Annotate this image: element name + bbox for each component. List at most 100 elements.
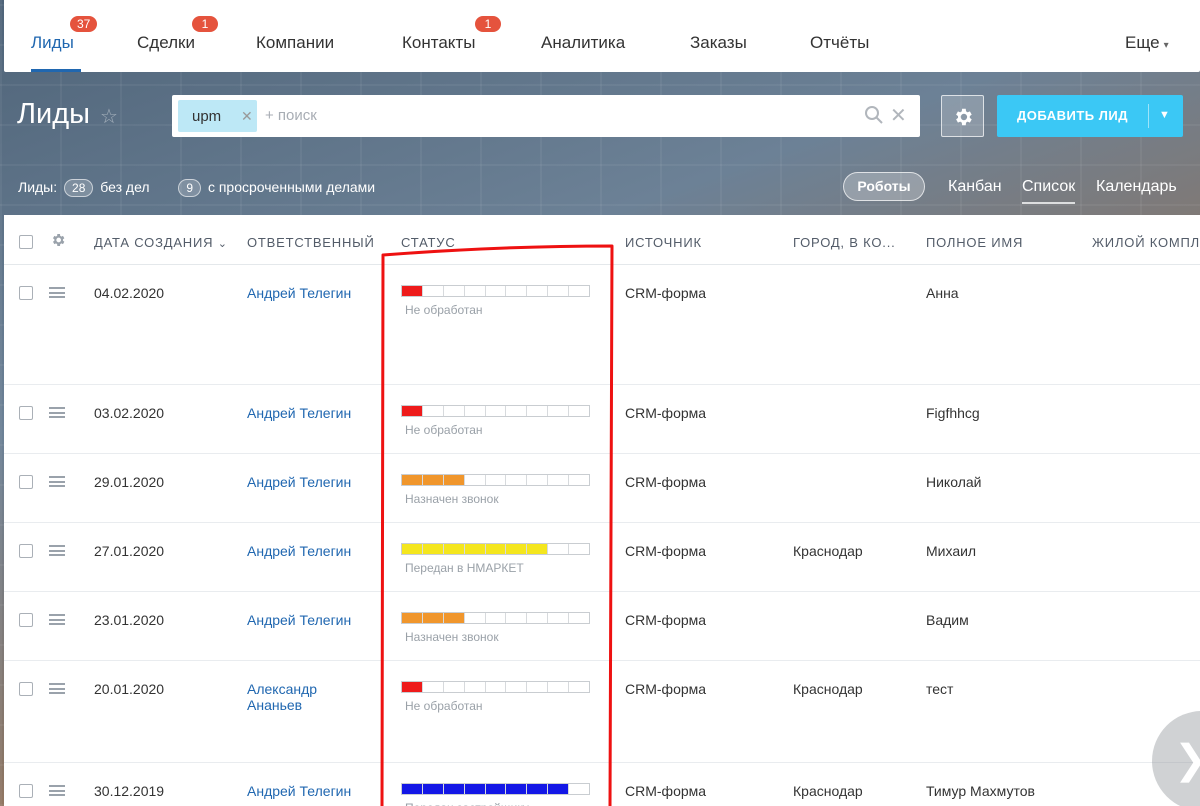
progress-segment (465, 475, 486, 485)
search-icon[interactable] (864, 105, 884, 130)
progress-segment (527, 544, 549, 554)
cell-source: CRM-форма (625, 681, 707, 697)
progress-segment (506, 286, 528, 296)
table-row[interactable]: 23.01.2020 Андрей Телегин Назначен звонок C… (4, 592, 1200, 661)
chevron-right-icon: ❯ (1174, 737, 1200, 783)
cell-responsible[interactable]: Андрей Телегин (247, 405, 367, 421)
progress-segment (443, 784, 465, 794)
progress-segment (402, 406, 423, 416)
overdue-count[interactable]: 9 (178, 179, 202, 197)
nav-item-deals[interactable]: Сделки (137, 33, 195, 53)
column-header-city[interactable]: ГОРОД, В КО... (793, 235, 896, 250)
star-icon[interactable]: ☆ (100, 104, 118, 129)
column-header-full-name[interactable]: ПОЛНОЕ ИМЯ (926, 235, 1023, 250)
settings-button[interactable] (941, 95, 984, 137)
status-progress-bar[interactable] (401, 285, 590, 297)
overdue-label[interactable]: с просроченными делами (208, 179, 375, 195)
status-progress-bar[interactable] (401, 474, 590, 486)
status-progress-bar[interactable] (401, 612, 590, 624)
row-checkbox[interactable] (19, 784, 33, 798)
progress-segment (506, 784, 528, 794)
status-progress-bar[interactable] (401, 783, 590, 795)
cell-source: CRM-форма (625, 474, 707, 490)
row-menu-icon[interactable] (49, 683, 65, 694)
column-header-source[interactable]: ИСТОЧНИК (625, 235, 702, 250)
row-menu-icon[interactable] (49, 614, 65, 625)
cell-responsible[interactable]: Андрей Телегин (247, 543, 367, 559)
counters-prefix: Лиды: (18, 179, 58, 195)
cell-responsible[interactable]: Андрей Телегин (247, 783, 367, 799)
column-header-complex[interactable]: ЖИЛОЙ КОМПЛЕ (1092, 235, 1200, 250)
progress-segment (423, 286, 444, 296)
progress-segment (527, 406, 549, 416)
row-checkbox[interactable] (19, 613, 33, 627)
table-row[interactable]: 29.01.2020 Андрей Телегин Назначен звонок C… (4, 454, 1200, 523)
nav-item-leads[interactable]: Лиды (31, 33, 74, 53)
select-all-checkbox[interactable] (19, 235, 33, 249)
progress-segment (569, 406, 589, 416)
search-filter-bar[interactable]: upm ✕ + поиск ✕ (172, 95, 920, 137)
row-menu-icon[interactable] (49, 407, 65, 418)
clear-search-icon[interactable]: ✕ (890, 103, 907, 128)
column-header-status[interactable]: СТАТУС (401, 235, 456, 250)
row-menu-icon[interactable] (49, 785, 65, 796)
view-tab-list[interactable]: Список (1022, 178, 1076, 204)
cell-full-name: Михаил (926, 543, 977, 559)
view-tab-kanban[interactable]: Канбан (948, 178, 1002, 196)
gear-icon (952, 106, 974, 133)
status-progress-bar[interactable] (401, 405, 590, 417)
progress-segment (569, 286, 589, 296)
chevron-down-icon: ⌄ (217, 238, 228, 250)
progress-segment (486, 286, 507, 296)
table-row[interactable]: 03.02.2020 Андрей Телегин Не обработан CRM-… (4, 385, 1200, 454)
search-input[interactable]: + поиск (265, 107, 317, 124)
cell-city: Краснодар (793, 783, 863, 799)
row-checkbox[interactable] (19, 475, 33, 489)
table-row[interactable]: 30.12.2019 Андрей Телегин Передан застройщ… (4, 763, 1200, 806)
row-checkbox[interactable] (19, 682, 33, 696)
page-title: Лиды (17, 98, 90, 130)
nav-item-analytics[interactable]: Аналитика (541, 33, 625, 53)
row-checkbox[interactable] (19, 286, 33, 300)
nav-badge-deals: 1 (192, 16, 218, 32)
view-tab-calendar[interactable]: Календарь (1096, 178, 1177, 196)
cell-responsible[interactable]: Андрей Телегин (247, 612, 367, 628)
button-divider (1148, 104, 1149, 128)
remove-filter-icon[interactable]: ✕ (241, 108, 253, 125)
chevron-down-icon[interactable]: ▼ (1159, 109, 1170, 121)
add-lead-button[interactable]: ДОБАВИТЬ ЛИД ▼ (997, 95, 1183, 137)
nav-item-companies[interactable]: Компании (256, 33, 334, 53)
status-progress-bar[interactable] (401, 543, 590, 555)
cell-responsible[interactable]: Александр Ананьев (247, 681, 367, 713)
table-row[interactable]: 04.02.2020 Андрей Телегин Не обработан CRM-… (4, 265, 1200, 385)
row-menu-icon[interactable] (49, 476, 65, 487)
no-tasks-count[interactable]: 28 (64, 179, 94, 197)
cell-responsible[interactable]: Андрей Телегин (247, 474, 367, 490)
nav-item-orders[interactable]: Заказы (690, 33, 747, 53)
robots-button[interactable]: Роботы (843, 172, 925, 201)
row-checkbox[interactable] (19, 544, 33, 558)
cell-source: CRM-форма (625, 612, 707, 628)
nav-active-indicator (31, 69, 81, 72)
gear-icon[interactable] (50, 232, 66, 253)
table-row[interactable]: 27.01.2020 Андрей Телегин Передан в НМАРКЕ… (4, 523, 1200, 592)
column-header-date[interactable]: ДАТА СОЗДАНИЯ ⌄ (94, 235, 228, 250)
chevron-down-icon: ▾ (1163, 40, 1169, 51)
progress-segment (422, 613, 444, 623)
progress-segment (402, 475, 423, 485)
progress-segment (486, 613, 507, 623)
row-menu-icon[interactable] (49, 287, 65, 298)
cell-source: CRM-форма (625, 783, 707, 799)
table-row[interactable]: 20.01.2020 Александр Ананьев Не обработан C… (4, 661, 1200, 763)
progress-segment (464, 784, 486, 794)
column-header-responsible[interactable]: ОТВЕТСТВЕННЫЙ (247, 235, 375, 250)
row-checkbox[interactable] (19, 406, 33, 420)
nav-item-reports[interactable]: Отчёты (810, 33, 869, 53)
no-tasks-label[interactable]: без дел (100, 179, 149, 195)
nav-item-contacts[interactable]: Контакты (402, 33, 475, 53)
status-progress-bar[interactable] (401, 681, 590, 693)
filter-tag[interactable]: upm ✕ (178, 100, 257, 132)
row-menu-icon[interactable] (49, 545, 65, 556)
cell-responsible[interactable]: Андрей Телегин (247, 285, 367, 301)
nav-more-menu[interactable]: Еще ▾ (1125, 33, 1169, 53)
